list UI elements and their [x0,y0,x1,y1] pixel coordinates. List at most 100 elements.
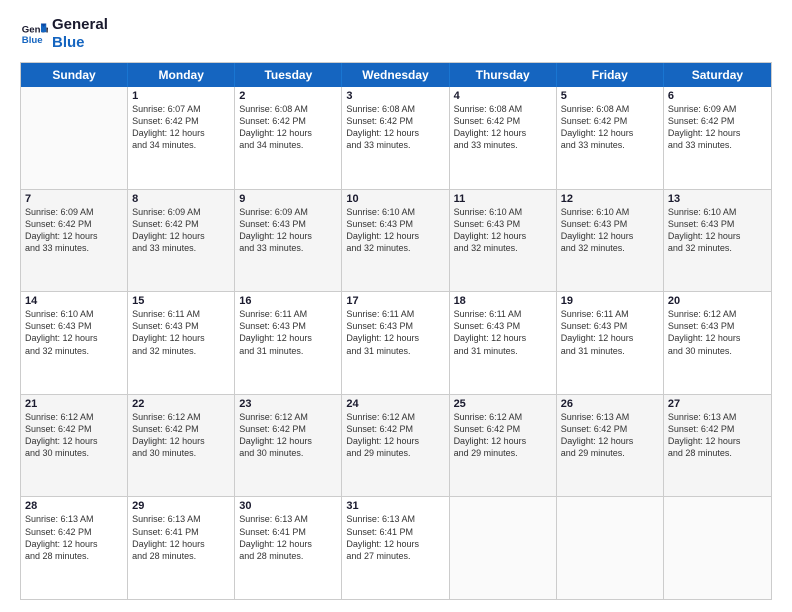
day-header-monday: Monday [128,63,235,87]
sunrise-text: Sunrise: 6:11 AM [454,308,552,320]
day-number: 24 [346,398,444,410]
daylight-text2: and 29 minutes. [454,447,552,459]
daylight-text2: and 33 minutes. [454,139,552,151]
day-number: 22 [132,398,230,410]
sunrise-text: Sunrise: 6:12 AM [239,411,337,423]
calendar-cell: 6 Sunrise: 6:09 AM Sunset: 6:42 PM Dayli… [664,87,771,189]
sunset-text: Sunset: 6:42 PM [25,218,123,230]
calendar-cell: 14 Sunrise: 6:10 AM Sunset: 6:43 PM Dayl… [21,292,128,394]
daylight-text: Daylight: 12 hours [346,538,444,550]
daylight-text: Daylight: 12 hours [132,538,230,550]
day-number: 18 [454,295,552,307]
calendar-cell: 22 Sunrise: 6:12 AM Sunset: 6:42 PM Dayl… [128,395,235,497]
calendar-cell: 7 Sunrise: 6:09 AM Sunset: 6:42 PM Dayli… [21,190,128,292]
sunset-text: Sunset: 6:42 PM [132,218,230,230]
daylight-text2: and 30 minutes. [132,447,230,459]
daylight-text: Daylight: 12 hours [668,332,767,344]
calendar-cell: 13 Sunrise: 6:10 AM Sunset: 6:43 PM Dayl… [664,190,771,292]
sunset-text: Sunset: 6:43 PM [454,218,552,230]
day-header-tuesday: Tuesday [235,63,342,87]
sunrise-text: Sunrise: 6:12 AM [132,411,230,423]
sunrise-text: Sunrise: 6:09 AM [668,103,767,115]
daylight-text: Daylight: 12 hours [132,332,230,344]
sunrise-text: Sunrise: 6:12 AM [454,411,552,423]
sunrise-text: Sunrise: 6:11 AM [239,308,337,320]
sunrise-text: Sunrise: 6:10 AM [668,206,767,218]
daylight-text2: and 28 minutes. [25,550,123,562]
daylight-text2: and 30 minutes. [239,447,337,459]
daylight-text2: and 32 minutes. [25,345,123,357]
day-number: 29 [132,500,230,512]
day-number: 15 [132,295,230,307]
day-number: 21 [25,398,123,410]
calendar-cell: 15 Sunrise: 6:11 AM Sunset: 6:43 PM Dayl… [128,292,235,394]
sunrise-text: Sunrise: 6:08 AM [454,103,552,115]
daylight-text2: and 31 minutes. [454,345,552,357]
calendar-cell: 31 Sunrise: 6:13 AM Sunset: 6:41 PM Dayl… [342,497,449,599]
sunset-text: Sunset: 6:42 PM [346,115,444,127]
sunrise-text: Sunrise: 6:13 AM [668,411,767,423]
calendar-cell: 21 Sunrise: 6:12 AM Sunset: 6:42 PM Dayl… [21,395,128,497]
logo-icon: General Blue [20,20,48,48]
daylight-text: Daylight: 12 hours [561,332,659,344]
daylight-text2: and 33 minutes. [239,242,337,254]
sunset-text: Sunset: 6:42 PM [454,115,552,127]
header: General Blue General Blue [20,16,772,52]
sunset-text: Sunset: 6:42 PM [25,526,123,538]
sunset-text: Sunset: 6:42 PM [239,423,337,435]
calendar-row-3: 14 Sunrise: 6:10 AM Sunset: 6:43 PM Dayl… [21,291,771,394]
daylight-text: Daylight: 12 hours [454,332,552,344]
daylight-text2: and 27 minutes. [346,550,444,562]
daylight-text: Daylight: 12 hours [561,435,659,447]
daylight-text2: and 32 minutes. [346,242,444,254]
daylight-text2: and 28 minutes. [668,447,767,459]
calendar-cell: 5 Sunrise: 6:08 AM Sunset: 6:42 PM Dayli… [557,87,664,189]
day-number: 4 [454,90,552,102]
sunrise-text: Sunrise: 6:09 AM [239,206,337,218]
daylight-text: Daylight: 12 hours [239,230,337,242]
calendar-cell: 4 Sunrise: 6:08 AM Sunset: 6:42 PM Dayli… [450,87,557,189]
calendar-cell: 20 Sunrise: 6:12 AM Sunset: 6:43 PM Dayl… [664,292,771,394]
day-number: 20 [668,295,767,307]
calendar-cell: 2 Sunrise: 6:08 AM Sunset: 6:42 PM Dayli… [235,87,342,189]
sunset-text: Sunset: 6:43 PM [346,320,444,332]
calendar-cell: 19 Sunrise: 6:11 AM Sunset: 6:43 PM Dayl… [557,292,664,394]
day-number: 12 [561,193,659,205]
sunset-text: Sunset: 6:43 PM [561,218,659,230]
daylight-text2: and 29 minutes. [561,447,659,459]
calendar-row-1: 1 Sunrise: 6:07 AM Sunset: 6:42 PM Dayli… [21,87,771,189]
day-number: 14 [25,295,123,307]
sunset-text: Sunset: 6:43 PM [239,218,337,230]
sunrise-text: Sunrise: 6:07 AM [132,103,230,115]
sunset-text: Sunset: 6:43 PM [668,218,767,230]
sunrise-text: Sunrise: 6:10 AM [25,308,123,320]
daylight-text2: and 28 minutes. [132,550,230,562]
daylight-text: Daylight: 12 hours [561,127,659,139]
calendar-cell: 9 Sunrise: 6:09 AM Sunset: 6:43 PM Dayli… [235,190,342,292]
day-number: 1 [132,90,230,102]
calendar-cell [21,87,128,189]
day-header-thursday: Thursday [450,63,557,87]
daylight-text2: and 32 minutes. [132,345,230,357]
day-number: 9 [239,193,337,205]
daylight-text2: and 31 minutes. [239,345,337,357]
day-number: 31 [346,500,444,512]
calendar-cell: 28 Sunrise: 6:13 AM Sunset: 6:42 PM Dayl… [21,497,128,599]
sunset-text: Sunset: 6:43 PM [454,320,552,332]
day-number: 28 [25,500,123,512]
calendar-header: SundayMondayTuesdayWednesdayThursdayFrid… [21,63,771,87]
sunrise-text: Sunrise: 6:09 AM [25,206,123,218]
daylight-text2: and 34 minutes. [239,139,337,151]
sunset-text: Sunset: 6:43 PM [346,218,444,230]
daylight-text2: and 31 minutes. [346,345,444,357]
sunrise-text: Sunrise: 6:08 AM [346,103,444,115]
calendar-cell [557,497,664,599]
daylight-text2: and 33 minutes. [668,139,767,151]
calendar-row-4: 21 Sunrise: 6:12 AM Sunset: 6:42 PM Dayl… [21,394,771,497]
page: General Blue General Blue SundayMondayTu… [0,0,792,612]
daylight-text: Daylight: 12 hours [454,435,552,447]
day-number: 26 [561,398,659,410]
sunset-text: Sunset: 6:43 PM [239,320,337,332]
sunset-text: Sunset: 6:41 PM [239,526,337,538]
sunrise-text: Sunrise: 6:13 AM [561,411,659,423]
